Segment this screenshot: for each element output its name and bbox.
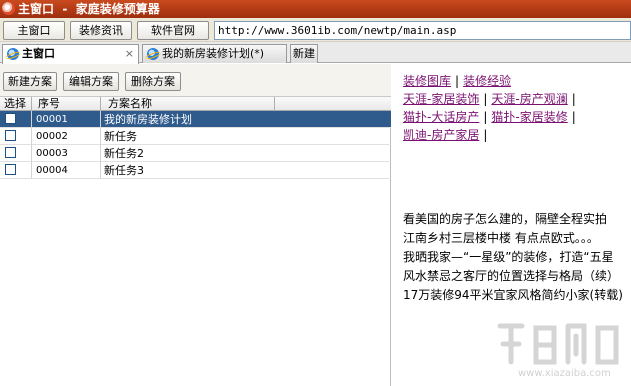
url-field[interactable]: http://www.3601ib.com/newtp/main.asp	[214, 21, 631, 40]
tab-bar: 主窗口 × 我的新房装修计划(*) 新建	[0, 42, 631, 64]
cell-divider	[100, 128, 101, 145]
decor-info-button[interactable]: 装修资讯	[70, 21, 132, 40]
link-separator: |	[571, 92, 576, 106]
tab-label: 新建	[293, 47, 315, 60]
table-row[interactable]: 00003 新任务2	[0, 145, 391, 162]
link-separator: |	[571, 110, 576, 124]
ie-icon	[147, 48, 159, 60]
header-divider	[31, 97, 32, 111]
ie-icon	[7, 48, 19, 60]
row-id: 00003	[36, 148, 68, 159]
row-id: 00002	[36, 131, 68, 142]
row-name: 新任务2	[104, 147, 144, 160]
link-separator: |	[483, 92, 488, 106]
header-name[interactable]: 方案名称	[108, 97, 152, 111]
row-checkbox[interactable]	[5, 113, 16, 124]
row-checkbox[interactable]	[5, 130, 16, 141]
plan-toolbar: 新建方案 编辑方案 删除方案	[0, 64, 391, 96]
main-toolbar: 主窗口 装修资讯 软件官网 http://www.3601ib.com/newt…	[0, 18, 631, 42]
app-logo-icon	[2, 2, 15, 15]
link-separator: |	[483, 110, 488, 124]
row-name: 新任务	[104, 130, 137, 143]
close-tab-icon[interactable]: ×	[125, 45, 134, 62]
table-row[interactable]: 00001 我的新房装修计划	[0, 111, 391, 128]
link-maopu-dalian[interactable]: 猫扑-大话房产	[403, 110, 479, 124]
tab-renovation-plan[interactable]: 我的新房装修计划(*)	[142, 44, 287, 63]
news-item[interactable]: 看美国的房子怎么建的，隔壁全程实拍	[403, 210, 631, 229]
header-id[interactable]: 序号	[38, 97, 60, 111]
window-title: 主窗口 - 家庭装修预算器	[18, 2, 160, 16]
link-maopu-home[interactable]: 猫扑-家居装修	[491, 110, 567, 124]
cell-divider	[100, 162, 101, 179]
grid-header: 选择 序号 方案名称	[0, 96, 391, 111]
cell-divider	[31, 111, 32, 128]
row-checkbox[interactable]	[5, 164, 16, 175]
watermark-glyph-icon	[497, 323, 619, 365]
delete-plan-button[interactable]: 删除方案	[125, 72, 181, 91]
cell-divider	[31, 162, 32, 179]
news-list: 看美国的房子怎么建的，隔壁全程实拍 江南乡村三层楼中楼 有点点欧式。。。 我晒我…	[403, 210, 631, 305]
title-bar: 主窗口 - 家庭装修预算器	[0, 0, 631, 18]
tab-label: 主窗口	[22, 47, 55, 60]
header-select[interactable]: 选择	[4, 97, 26, 111]
plan-grid: 选择 序号 方案名称 00001 我的新房装修计划 00002 新任务 0000…	[0, 96, 391, 179]
cell-divider	[100, 145, 101, 162]
link-decor-gallery[interactable]: 装修图库	[403, 74, 451, 88]
tab-label: 我的新房装修计划(*)	[162, 47, 265, 60]
watermark-logo: www.xiazaiba.com	[488, 318, 631, 384]
watermark-text: www.xiazaiba.com	[518, 368, 611, 379]
cell-divider	[100, 111, 101, 128]
plan-list-pane: 新建方案 编辑方案 删除方案 选择 序号 方案名称 00001 我的新房装修计划	[0, 64, 391, 386]
tab-new[interactable]: 新建	[290, 44, 318, 63]
tab-main-window[interactable]: 主窗口 ×	[2, 44, 139, 64]
row-name: 我的新房装修计划	[104, 113, 192, 126]
edit-plan-button[interactable]: 编辑方案	[63, 72, 119, 91]
row-name: 新任务3	[104, 164, 144, 177]
row-id: 00001	[36, 114, 68, 125]
cell-divider	[31, 128, 32, 145]
link-separator: |	[483, 128, 488, 142]
new-plan-button[interactable]: 新建方案	[3, 72, 57, 91]
app-window: 主窗口 - 家庭装修预算器 主窗口 装修资讯 软件官网 http://www.3…	[0, 0, 631, 386]
row-checkbox[interactable]	[5, 147, 16, 158]
link-kaidi-home[interactable]: 凯迪-房产家居	[403, 128, 479, 142]
cell-divider	[31, 145, 32, 162]
link-separator: |	[455, 74, 460, 88]
official-site-button[interactable]: 软件官网	[137, 21, 209, 40]
header-divider	[100, 97, 101, 111]
link-list: 装修图库 | 装修经验 天涯-家居装饰 | 天涯-房产观澜 | 猫扑-大话房产 | 猫扑-家居…	[403, 72, 629, 144]
row-id: 00004	[36, 165, 68, 176]
news-item[interactable]: 江南乡村三层楼中楼 有点点欧式。。。	[403, 229, 631, 248]
header-divider	[274, 97, 275, 111]
link-decor-experience[interactable]: 装修经验	[463, 74, 511, 88]
news-item[interactable]: 风水禁忌之客厅的位置选择与格局（续）	[403, 267, 631, 286]
news-item[interactable]: 我晒我家—“一星级”的装修，打造“五星	[403, 248, 631, 267]
link-tianya-house[interactable]: 天涯-房产观澜	[491, 92, 567, 106]
main-window-button[interactable]: 主窗口	[3, 21, 65, 40]
news-item[interactable]: 17万装修94平米宜家风格简约小家(转载)	[403, 286, 631, 305]
link-tianya-home[interactable]: 天涯-家居装饰	[403, 92, 479, 106]
table-row[interactable]: 00004 新任务3	[0, 162, 391, 179]
table-row[interactable]: 00002 新任务	[0, 128, 391, 145]
